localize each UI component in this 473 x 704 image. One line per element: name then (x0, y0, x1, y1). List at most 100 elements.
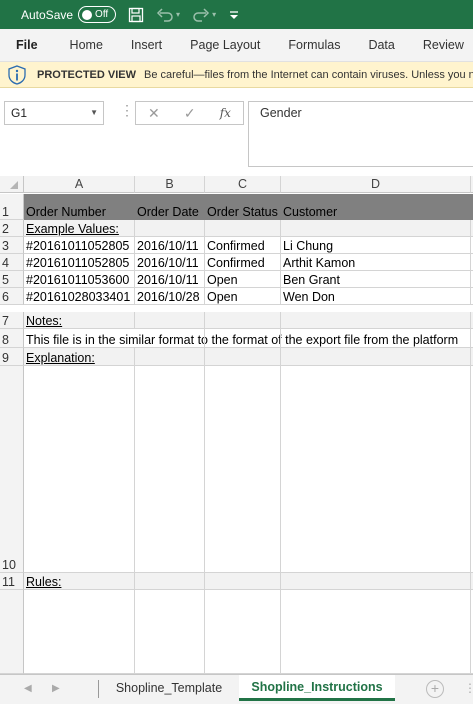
cell-d3[interactable]: Li Chung (281, 237, 471, 254)
table-row: #20161028033401 2016/10/28 Open Wen Don (24, 288, 473, 305)
cell-b2[interactable] (135, 220, 205, 237)
scroll-left-icon[interactable]: ◀ (24, 683, 32, 694)
cell-a10[interactable] (24, 366, 135, 573)
cell-d9[interactable] (281, 348, 471, 366)
cell-c9[interactable] (205, 348, 281, 366)
row-header[interactable] (0, 590, 24, 674)
cell-a11[interactable]: Rules: (24, 573, 135, 590)
tab-formulas[interactable]: Formulas (280, 38, 348, 52)
cell-b4[interactable]: 2016/10/11 (135, 254, 205, 271)
more-icon[interactable]: ⋮ (464, 681, 473, 695)
toggle-knob (82, 9, 93, 20)
autosave-toggle[interactable]: Off (78, 6, 117, 23)
table-row: Order Number Order Date Order Status Custom… (24, 194, 473, 220)
add-sheet-icon[interactable]: + (426, 680, 444, 698)
cell-c1[interactable]: Order Status (205, 194, 281, 220)
tab-data[interactable]: Data (360, 38, 402, 52)
cell-d10[interactable] (281, 366, 471, 573)
cell-bx[interactable] (135, 590, 205, 674)
cell-d1[interactable]: Customer (281, 194, 471, 220)
cell-b10[interactable] (135, 366, 205, 573)
cell-d11[interactable] (281, 573, 471, 590)
cell-b1[interactable]: Order Date (135, 194, 205, 220)
cell-b3[interactable]: 2016/10/11 (135, 237, 205, 254)
insert-function-icon[interactable]: fx (220, 106, 231, 120)
sheet-tab-shopline-instructions[interactable]: Shopline_Instructions (239, 675, 395, 701)
row-header[interactable]: 9 (0, 348, 24, 366)
column-header-a[interactable]: A (24, 176, 135, 193)
row-header[interactable]: 11 (0, 573, 24, 590)
tab-insert[interactable]: Insert (123, 38, 170, 52)
cell-cx[interactable] (205, 590, 281, 674)
cell-ax[interactable] (24, 590, 135, 674)
chevron-down-icon[interactable]: ▼ (90, 108, 98, 117)
cell-c2[interactable] (205, 220, 281, 237)
row-header[interactable]: 7 (0, 312, 24, 329)
save-icon[interactable] (128, 7, 144, 23)
row-header[interactable]: 8 (0, 329, 24, 348)
row-header[interactable]: 5 (0, 271, 24, 288)
cell-d8[interactable] (281, 329, 471, 348)
cell-d2[interactable] (281, 220, 471, 237)
tab-review[interactable]: Review (415, 38, 472, 52)
undo-icon[interactable]: ▾ (156, 7, 180, 23)
row-header[interactable]: 3 (0, 237, 24, 254)
formula-bar-grip-icon[interactable]: ⋮ (120, 102, 134, 119)
name-box[interactable]: G1 ▼ (4, 101, 104, 125)
cell-c4[interactable]: Confirmed (205, 254, 281, 271)
cell-b9[interactable] (135, 348, 205, 366)
row-header[interactable]: 10 (0, 366, 24, 573)
cell-dx[interactable] (281, 590, 471, 674)
row-header[interactable]: 6 (0, 288, 24, 305)
shield-info-icon (8, 64, 26, 85)
cell-d5[interactable]: Ben Grant (281, 271, 471, 288)
autosave-state: Off (95, 9, 109, 20)
scroll-right-icon[interactable]: ▶ (52, 683, 60, 694)
row-header[interactable]: 2 (0, 220, 24, 237)
column-header-c[interactable]: C (205, 176, 281, 193)
cell-a7[interactable]: Notes: (24, 312, 135, 329)
cell-a1[interactable]: Order Number (24, 194, 135, 220)
sheet-tab-shopline-template[interactable]: Shopline_Template (100, 675, 238, 701)
cell-b8[interactable] (135, 329, 205, 348)
tab-file[interactable]: File (8, 38, 46, 52)
cell-a9[interactable]: Explanation: (24, 348, 135, 366)
table-row (24, 590, 473, 674)
cell-b5[interactable]: 2016/10/11 (135, 271, 205, 288)
cell-c6[interactable]: Open (205, 288, 281, 305)
cell-c7[interactable] (205, 312, 281, 329)
cell-a8[interactable]: This file is in the similar format to th… (24, 329, 458, 348)
customize-quick-access-icon[interactable] (228, 9, 240, 21)
chevron-down-icon[interactable]: ▾ (176, 10, 180, 19)
cell-d7[interactable] (281, 312, 471, 329)
cell-b7[interactable] (135, 312, 205, 329)
cell-c5[interactable]: Open (205, 271, 281, 288)
cell-b11[interactable] (135, 573, 205, 590)
cell-a4[interactable]: #20161011052805 (24, 254, 135, 271)
cell-a5[interactable]: #20161011053600 (24, 271, 135, 288)
tab-home[interactable]: Home (62, 38, 111, 52)
row-header[interactable]: 1 (0, 194, 24, 220)
cell-a6[interactable]: #20161028033401 (24, 288, 135, 305)
column-header-d[interactable]: D (281, 176, 471, 193)
cell-c8[interactable] (205, 329, 281, 348)
formula-input[interactable]: Gender (248, 101, 473, 167)
cell-a2[interactable]: Example Values: (24, 220, 135, 237)
check-icon[interactable]: ✓ (184, 105, 196, 122)
redo-icon[interactable]: ▾ (192, 7, 216, 23)
cell-c10[interactable] (205, 366, 281, 573)
cancel-icon[interactable]: ✕ (148, 105, 160, 122)
cell-a3[interactable]: #20161011052805 (24, 237, 135, 254)
row-header[interactable]: 4 (0, 254, 24, 271)
column-header-b[interactable]: B (135, 176, 205, 193)
cell-d4[interactable]: Arthit Kamon (281, 254, 471, 271)
cell-c3[interactable]: Confirmed (205, 237, 281, 254)
tab-page-layout[interactable]: Page Layout (182, 38, 268, 52)
cell-b6[interactable]: 2016/10/28 (135, 288, 205, 305)
select-all-corner[interactable] (0, 176, 24, 193)
chevron-down-icon[interactable]: ▾ (212, 10, 216, 19)
ribbon-tabs: File Home Insert Page Layout Formulas Da… (0, 29, 473, 62)
spreadsheet-grid[interactable]: A B C D 1 Order Number Order Date Order Sta… (0, 176, 473, 674)
cell-c11[interactable] (205, 573, 281, 590)
cell-d6[interactable]: Wen Don (281, 288, 471, 305)
